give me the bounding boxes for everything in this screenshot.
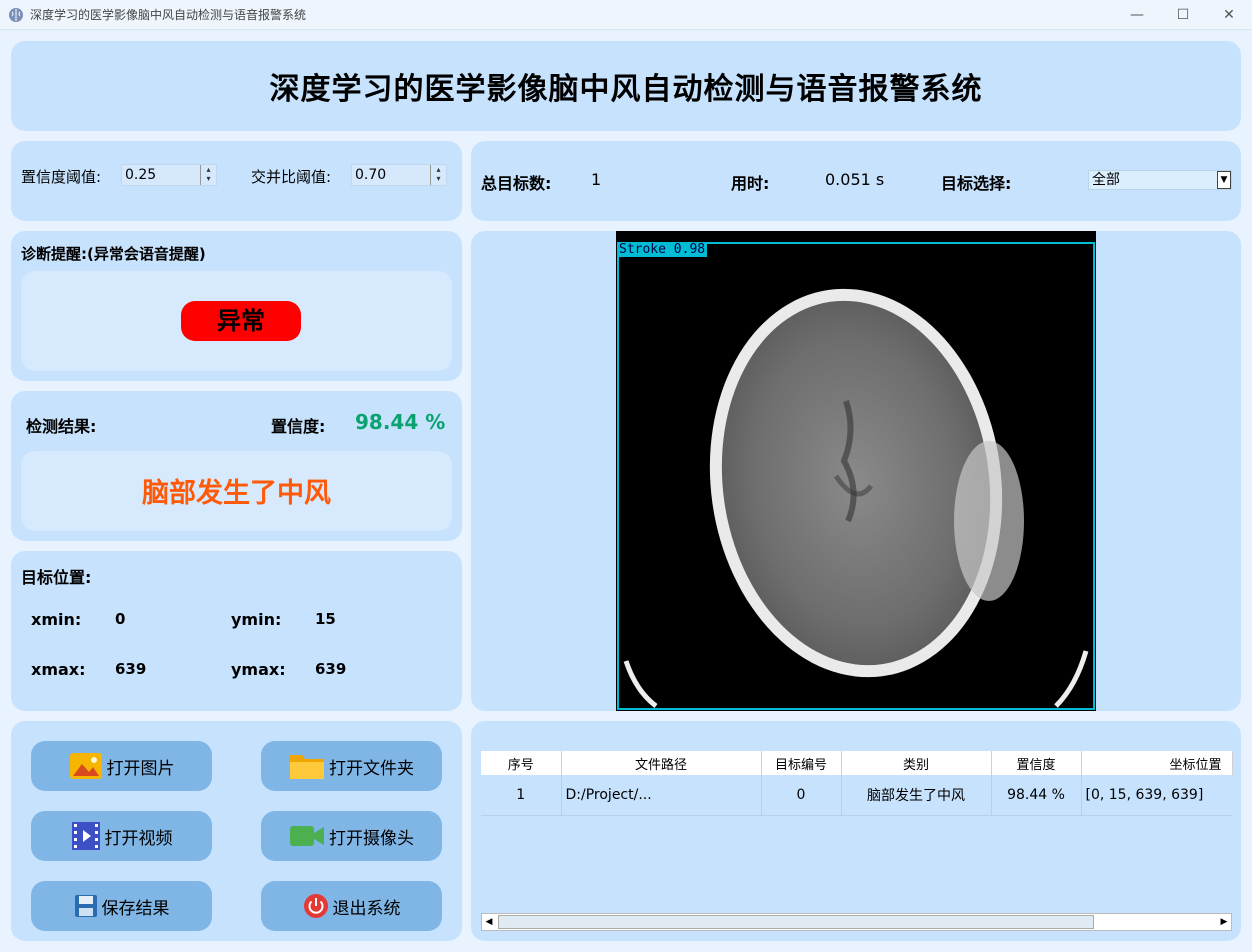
iou-threshold-label: 交并比阈值: xyxy=(251,168,332,186)
title-bar: 深度学习的医学影像脑中风自动检测与语音报警系统 — ☐ ✕ xyxy=(0,0,1252,30)
maximize-button[interactable]: ☐ xyxy=(1160,0,1206,30)
open-image-button[interactable]: 打开图片 xyxy=(31,741,212,791)
exit-system-button[interactable]: 退出系统 xyxy=(261,881,442,931)
target-select-value: 全部 xyxy=(1092,172,1120,188)
ct-scan-image: Stroke 0.98 xyxy=(616,231,1096,711)
column-header[interactable]: 序号 xyxy=(481,751,562,775)
header-panel: 深度学习的医学影像脑中风自动检测与语音报警系统 xyxy=(11,41,1241,131)
image-icon xyxy=(69,753,102,779)
ymin-label: ymin: xyxy=(231,610,282,629)
open-folder-label: 打开文件夹 xyxy=(329,758,414,779)
iou-threshold-value: 0.70 xyxy=(355,167,387,183)
image-panel: Stroke 0.98 xyxy=(471,231,1241,711)
save-results-label: 保存结果 xyxy=(101,898,170,919)
table-cell[interactable]: D:/Project/... xyxy=(561,775,762,816)
open-video-button[interactable]: 打开视频 xyxy=(31,811,212,861)
table-cell[interactable]: 脑部发生了中风 xyxy=(841,775,992,816)
button-panel: 打开图片 打开文件夹 打开视频 打开摄像头 保存结果 退出系统 xyxy=(11,721,462,941)
stats-panel: 总目标数: 1 用时: 0.051 s 目标选择: 全部 ▼ xyxy=(471,141,1241,221)
result-panel: 检测结果: 置信度: 98.44 % 脑部发生了中风 xyxy=(11,391,462,541)
chevron-down-icon[interactable]: ▼ xyxy=(1217,171,1231,189)
alarm-status-badge: 异常 xyxy=(181,301,301,341)
total-targets-value: 1 xyxy=(591,170,602,189)
iou-threshold-spinbox[interactable]: 0.70 ▴ ▾ xyxy=(351,164,447,186)
detection-label: Stroke 0.98 xyxy=(617,242,708,257)
exit-system-label: 退出系统 xyxy=(332,898,401,919)
xmax-label: xmax: xyxy=(31,660,86,679)
column-header[interactable]: 文件路径 xyxy=(561,751,762,775)
column-header[interactable]: 置信度 xyxy=(991,751,1082,775)
results-table: 序号 文件路径 目标编号 类别 置信度 坐标位置 1 D:/Project/..… xyxy=(481,751,1233,816)
table-cell[interactable]: [0, 15, 639, 639] xyxy=(1081,775,1232,816)
open-camera-label: 打开摄像头 xyxy=(329,828,414,849)
table-header-row: 序号 文件路径 目标编号 类别 置信度 坐标位置 xyxy=(481,751,1233,775)
open-camera-button[interactable]: 打开摄像头 xyxy=(261,811,442,861)
column-header[interactable]: 类别 xyxy=(841,751,992,775)
target-select-label: 目标选择: xyxy=(941,174,1012,193)
column-header[interactable]: 坐标位置 xyxy=(1081,751,1233,775)
camera-icon xyxy=(290,826,324,846)
target-select[interactable]: 全部 ▼ xyxy=(1088,170,1232,190)
brain-icon xyxy=(9,7,23,22)
window-title: 深度学习的医学影像脑中风自动检测与语音报警系统 xyxy=(30,8,307,22)
folder-icon xyxy=(290,755,324,779)
spin-arrows-icon[interactable]: ▴ ▾ xyxy=(200,165,216,185)
horizontal-scrollbar[interactable]: ◀ ▶ xyxy=(481,913,1232,931)
table-cell[interactable]: 0 xyxy=(761,775,842,816)
open-image-label: 打开图片 xyxy=(106,758,175,779)
save-icon xyxy=(74,895,97,917)
xmin-value: 0 xyxy=(115,610,126,628)
minimize-button[interactable]: — xyxy=(1114,0,1160,30)
result-label: 检测结果: xyxy=(26,417,97,436)
table-cell[interactable]: 1 xyxy=(481,775,562,816)
diagnosis-box: 异常 xyxy=(21,271,452,371)
xmax-value: 639 xyxy=(115,660,147,678)
position-label: 目标位置: xyxy=(21,568,92,587)
total-targets-label: 总目标数: xyxy=(481,174,552,193)
video-icon xyxy=(71,822,100,850)
ymin-value: 15 xyxy=(315,610,336,628)
close-button[interactable]: ✕ xyxy=(1206,0,1252,30)
open-folder-button[interactable]: 打开文件夹 xyxy=(261,741,442,791)
scroll-right-icon[interactable]: ▶ xyxy=(1217,914,1231,930)
open-video-label: 打开视频 xyxy=(104,828,173,849)
result-text: 脑部发生了中风 xyxy=(142,478,331,509)
table-row[interactable]: 1 D:/Project/... 0 脑部发生了中风 98.44 % [0, 1… xyxy=(481,775,1232,816)
conf-threshold-spinbox[interactable]: 0.25 ▴ ▾ xyxy=(121,164,217,186)
time-label: 用时: xyxy=(731,174,770,193)
conf-threshold-value: 0.25 xyxy=(125,167,157,183)
time-value: 0.051 s xyxy=(825,170,885,189)
result-box: 脑部发生了中风 xyxy=(21,451,452,531)
scroll-left-icon[interactable]: ◀ xyxy=(482,914,496,930)
results-table-panel: 序号 文件路径 目标编号 类别 置信度 坐标位置 1 D:/Project/..… xyxy=(471,721,1241,941)
spin-arrows-icon[interactable]: ▴ ▾ xyxy=(430,165,446,185)
detection-bounding-box xyxy=(617,242,1095,710)
save-results-button[interactable]: 保存结果 xyxy=(31,881,212,931)
confidence-label: 置信度: xyxy=(271,417,326,436)
scrollbar-thumb[interactable] xyxy=(498,915,1094,929)
power-icon xyxy=(303,894,328,918)
diagnosis-label: 诊断提醒:(异常会语音提醒) xyxy=(21,245,206,263)
xmin-label: xmin: xyxy=(31,610,82,629)
page-title: 深度学习的医学影像脑中风自动检测与语音报警系统 xyxy=(269,72,983,107)
ymax-label: ymax: xyxy=(231,660,286,679)
conf-threshold-label: 置信度阈值: xyxy=(21,168,102,186)
confidence-value: 98.44 % xyxy=(355,410,446,434)
threshold-panel: 置信度阈值: 0.25 ▴ ▾ 交并比阈值: 0.70 ▴ ▾ xyxy=(11,141,462,221)
ymax-value: 639 xyxy=(315,660,347,678)
column-header[interactable]: 目标编号 xyxy=(761,751,842,775)
table-cell[interactable]: 98.44 % xyxy=(991,775,1082,816)
position-panel: 目标位置: xmin: 0 ymin: 15 xmax: 639 ymax: 6… xyxy=(11,551,462,711)
diagnosis-panel: 诊断提醒:(异常会语音提醒) 异常 xyxy=(11,231,462,381)
